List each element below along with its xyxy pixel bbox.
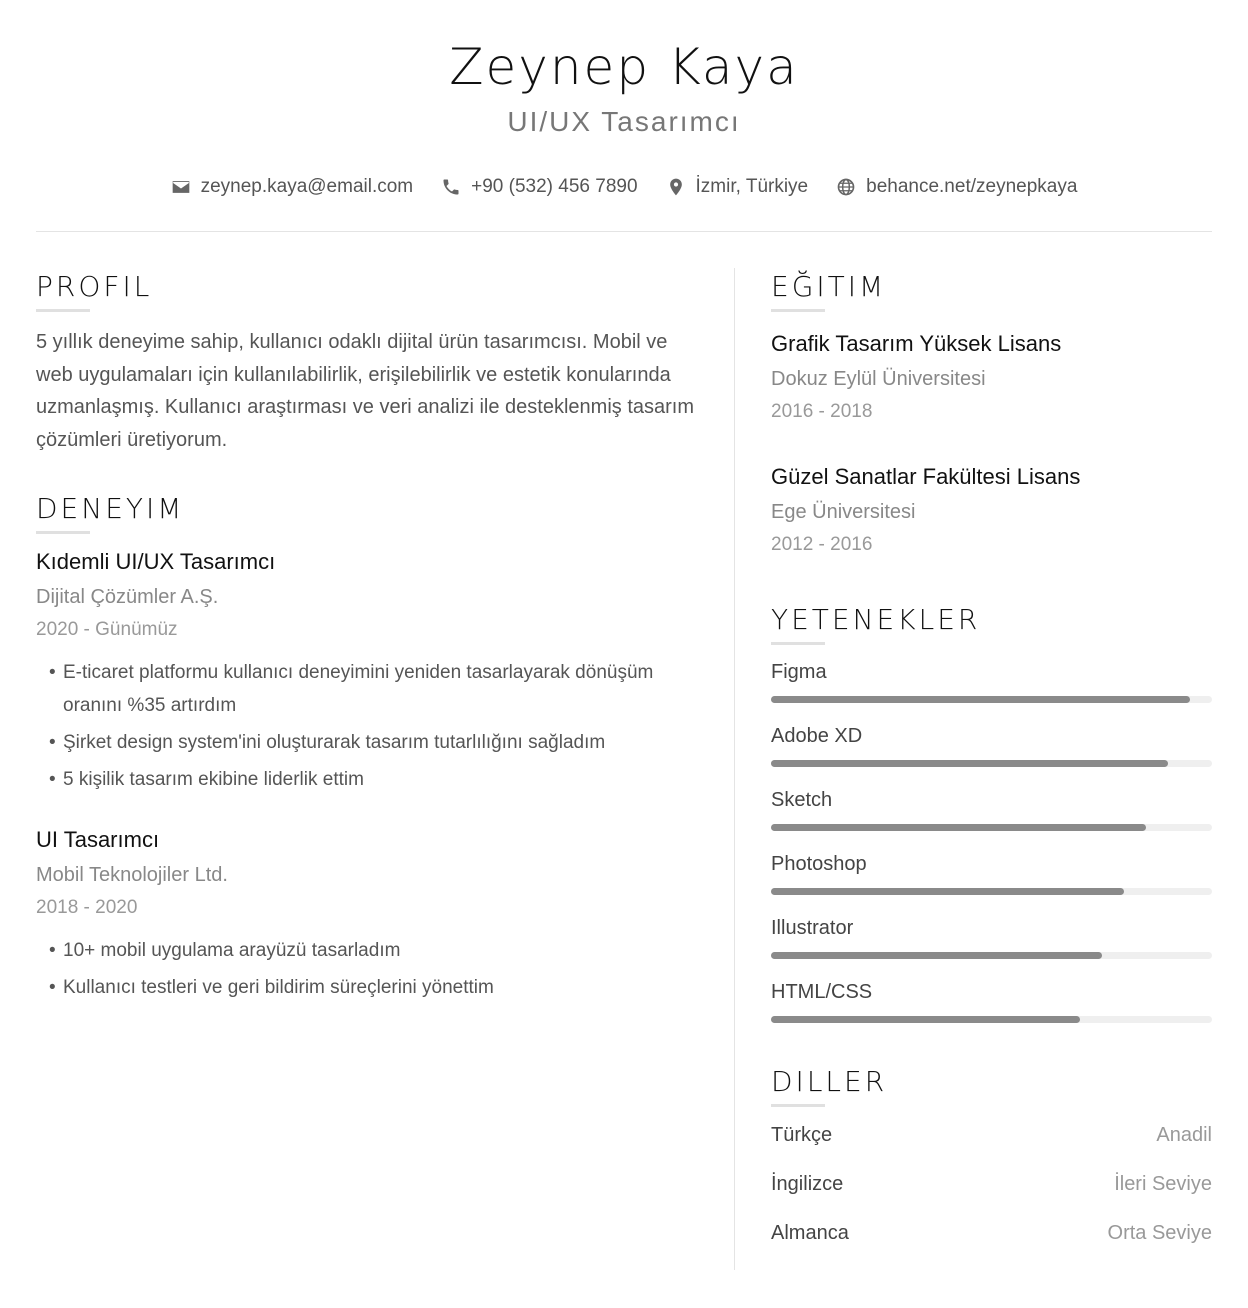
language-level: İleri Seviye <box>1114 1173 1212 1195</box>
contact-location: İzmir, Türkiye <box>666 176 809 198</box>
email-icon <box>172 181 189 193</box>
section-title-education: EĞITIM <box>771 270 887 303</box>
language-list: Türkçe Anadil İngilizce İleri Seviye Alm… <box>771 1123 1212 1245</box>
job-date: 2018 - 2020 <box>36 897 138 918</box>
job-bullet: Kullanıcı testleri ve geri bildirim süre… <box>36 971 696 1004</box>
phone-icon <box>443 179 459 195</box>
skill-bar-fill <box>771 1016 1080 1023</box>
job-item: UI Tasarımcı Mobil Teknolojiler Ltd. 201… <box>36 826 696 1004</box>
job-bullet: 5 kişilik tasarım ekibine liderlik ettim <box>36 763 696 796</box>
job-company: Mobil Teknolojiler Ltd. <box>36 864 228 886</box>
language-item: Türkçe Anadil <box>771 1123 1212 1147</box>
skill-item: Figma <box>771 660 1212 703</box>
contact-bar: zeynep.kaya@email.com +90 (532) 456 7890… <box>0 176 1248 198</box>
skill-name: Sketch <box>771 789 833 811</box>
globe-icon <box>837 178 855 196</box>
contact-phone-text: +90 (532) 456 7890 <box>471 176 638 197</box>
language-name: Almanca <box>771 1222 849 1244</box>
skill-name: Figma <box>771 661 827 683</box>
section-underline <box>771 309 825 312</box>
section-underline <box>36 309 90 312</box>
section-title-skills: YETENEKLER <box>771 603 981 636</box>
section-title-experience: DENEYIM <box>36 492 185 525</box>
section-underline <box>771 642 825 645</box>
job-title: Kıdemli UI/UX Tasarımcı <box>36 549 276 574</box>
section-underline <box>771 1104 825 1107</box>
job-bullet: 10+ mobil uygulama arayüzü tasarladım <box>36 934 696 967</box>
languages-section: DILLER Türkçe Anadil İngilizce İleri Sev… <box>771 1065 1212 1245</box>
skill-item: HTML/CSS <box>771 980 1212 1023</box>
education-item: Güzel Sanatlar Fakültesi Lisans Ege Üniv… <box>771 463 1212 557</box>
contact-website[interactable]: behance.net/zeynepkaya <box>836 176 1077 198</box>
section-underline <box>36 531 90 534</box>
skill-bar-fill <box>771 888 1124 895</box>
contact-phone[interactable]: +90 (532) 456 7890 <box>441 176 638 198</box>
skill-name: Illustrator <box>771 917 854 939</box>
job-company: Dijital Çözümler A.Ş. <box>36 586 219 608</box>
contact-location-text: İzmir, Türkiye <box>695 176 809 197</box>
job-bullets: 10+ mobil uygulama arayüzü tasarladım Ku… <box>36 934 696 1004</box>
skill-bar-fill <box>771 760 1168 767</box>
skill-item: Photoshop <box>771 852 1212 895</box>
education-school: Ege Üniversitesi <box>771 501 916 523</box>
right-column: EĞITIM Grafik Tasarım Yüksek Lisans Doku… <box>771 270 1212 1245</box>
profile-text: 5 yıllık deneyime sahip, kullanıcı odakl… <box>36 331 695 451</box>
profile-section: PROFIL 5 yıllık deneyime sahip, kullanıc… <box>36 270 696 456</box>
resume-name: Zeynep Kaya <box>449 38 799 96</box>
skill-item: Illustrator <box>771 916 1212 959</box>
skill-bar <box>771 1016 1212 1023</box>
education-section: EĞITIM Grafik Tasarım Yüksek Lisans Doku… <box>771 270 1212 557</box>
location-icon <box>669 178 682 196</box>
job-bullet: Şirket design system'ini oluşturarak tas… <box>36 726 696 759</box>
language-item: Almanca Orta Seviye <box>771 1221 1212 1245</box>
education-degree: Grafik Tasarım Yüksek Lisans <box>771 331 1062 356</box>
contact-website-text: behance.net/zeynepkaya <box>866 176 1078 197</box>
education-school: Dokuz Eylül Üniversitesi <box>771 368 986 390</box>
skill-bar <box>771 760 1212 767</box>
skill-name: HTML/CSS <box>771 981 873 1003</box>
skill-bar-fill <box>771 696 1190 703</box>
skill-bar <box>771 952 1212 959</box>
contact-email[interactable]: zeynep.kaya@email.com <box>171 176 414 198</box>
language-name: Türkçe <box>771 1124 833 1146</box>
education-degree: Güzel Sanatlar Fakültesi Lisans <box>771 464 1081 489</box>
language-level: Anadil <box>1156 1124 1212 1146</box>
left-column: PROFIL 5 yıllık deneyime sahip, kullanıc… <box>36 270 696 1008</box>
skills-list: Figma Adobe XD Sketch Photoshop Illustra… <box>771 660 1212 1023</box>
skill-bar-fill <box>771 824 1146 831</box>
job-date: 2020 - Günümüz <box>36 619 178 640</box>
section-title-profile: PROFIL <box>36 270 153 303</box>
experience-section: DENEYIM Kıdemli UI/UX Tasarımcı Dijital … <box>36 492 696 1004</box>
education-date: 2012 - 2016 <box>771 534 873 555</box>
skills-section: YETENEKLER Figma Adobe XD Sketch Photosh… <box>771 603 1212 1023</box>
header-divider <box>36 231 1212 232</box>
skill-name: Adobe XD <box>771 725 863 747</box>
skill-bar-fill <box>771 952 1102 959</box>
skill-name: Photoshop <box>771 853 867 875</box>
language-item: İngilizce İleri Seviye <box>771 1172 1212 1196</box>
contact-email-text: zeynep.kaya@email.com <box>200 176 414 197</box>
resume-title: UI/UX Tasarımcı <box>507 106 741 137</box>
job-bullets: E-ticaret platformu kullanıcı deneyimini… <box>36 656 696 796</box>
skill-bar <box>771 696 1212 703</box>
job-bullet: E-ticaret platformu kullanıcı deneyimini… <box>36 656 696 722</box>
language-name: İngilizce <box>771 1173 844 1195</box>
language-level: Orta Seviye <box>1107 1222 1212 1244</box>
education-date: 2016 - 2018 <box>771 401 873 422</box>
section-title-languages: DILLER <box>771 1065 888 1098</box>
education-item: Grafik Tasarım Yüksek Lisans Dokuz Eylül… <box>771 330 1212 424</box>
skill-item: Sketch <box>771 788 1212 831</box>
skill-item: Adobe XD <box>771 724 1212 767</box>
skill-bar <box>771 824 1212 831</box>
column-divider <box>734 268 735 1270</box>
job-item: Kıdemli UI/UX Tasarımcı Dijital Çözümler… <box>36 548 696 796</box>
skill-bar <box>771 888 1212 895</box>
job-title: UI Tasarımcı <box>36 827 160 852</box>
